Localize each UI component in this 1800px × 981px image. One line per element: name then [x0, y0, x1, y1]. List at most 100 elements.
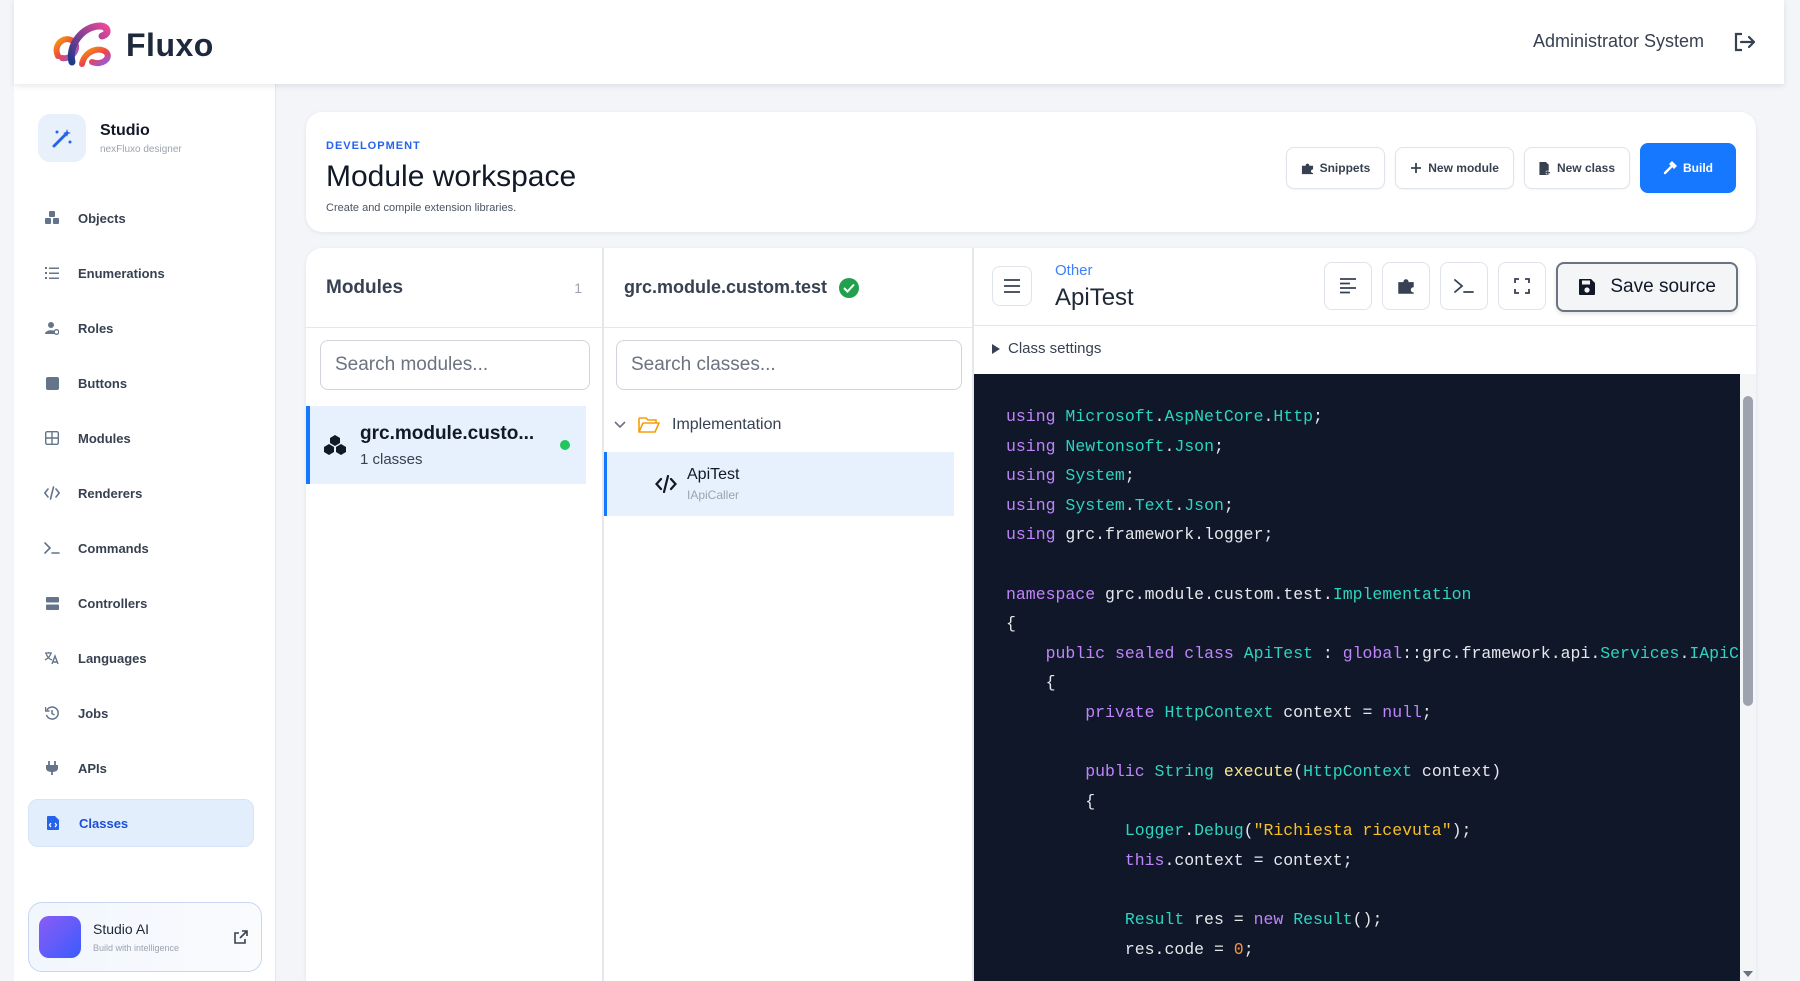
search-classes-input[interactable] — [616, 340, 962, 390]
cubes-icon — [324, 435, 346, 455]
sidebar-item-languages[interactable]: Languages — [28, 634, 254, 682]
server-icon — [44, 595, 60, 611]
sidebar-item-renderers[interactable]: Renderers — [28, 469, 254, 517]
snippets-button[interactable]: Snippets — [1285, 147, 1386, 189]
ai-subtitle: Build with intelligence — [93, 943, 180, 953]
sidebar-item-label: Enumerations — [78, 265, 165, 281]
logout-icon[interactable] — [1732, 30, 1758, 54]
code-editor[interactable]: using Microsoft.AspNetCore.Http; using Ne… — [974, 374, 1740, 981]
code-line: { — [1045, 673, 1056, 693]
sidebar-item-label: Modules — [78, 430, 131, 446]
sidebar-item-modules[interactable]: Modules — [28, 414, 254, 462]
workspace-panel: Modules 1 grc.module.custo... 1 classes … — [306, 248, 1756, 981]
user-gear-icon — [44, 320, 60, 336]
sidebar-item-objects[interactable]: Objects — [28, 194, 254, 242]
plug-icon — [44, 760, 60, 776]
code-line: this.context = context; — [1124, 850, 1353, 870]
ai-avatar — [39, 916, 81, 958]
external-link-icon[interactable] — [233, 929, 249, 945]
sidebar-item-buttons[interactable]: Buttons — [28, 359, 254, 407]
caret-right-icon — [992, 343, 1000, 354]
save-source-button[interactable]: Save source — [1556, 262, 1738, 312]
format-button[interactable] — [1324, 262, 1373, 310]
sidebar-item-classes[interactable]: Classes — [28, 799, 254, 847]
sidebar-item-label: Classes — [79, 815, 129, 831]
square-icon — [44, 375, 60, 391]
user-name[interactable]: Administrator System — [1533, 31, 1704, 52]
sidebar-item-controllers[interactable]: Controllers — [28, 579, 254, 627]
app-logo[interactable]: Fluxo — [48, 16, 214, 70]
magic-wand-icon — [38, 114, 86, 162]
status-dot — [560, 440, 570, 450]
studio-title: Studio — [100, 121, 150, 139]
file-code-icon — [45, 815, 61, 831]
page-kicker: DEVELOPMENT — [326, 140, 421, 152]
file-plus-icon — [1539, 161, 1551, 175]
code-line: { — [1006, 614, 1016, 634]
sidebar-item-jobs[interactable]: Jobs — [28, 689, 254, 737]
sidebar-item-label: Controllers — [78, 595, 148, 611]
terminal-icon — [44, 540, 60, 556]
sidebar-item-label: Buttons — [78, 375, 128, 391]
fullscreen-button[interactable] — [1498, 262, 1547, 310]
build-button[interactable]: Build — [1640, 143, 1736, 193]
terminal-button[interactable] — [1440, 262, 1489, 310]
sidebar-item-apis[interactable]: APIs — [28, 744, 254, 792]
terminal-icon — [1454, 279, 1475, 293]
module-list-item[interactable]: grc.module.custo... 1 classes — [306, 406, 586, 484]
history-icon — [44, 705, 60, 721]
code-line: using Microsoft.AspNetCore.Http; — [1006, 407, 1323, 426]
module-name: grc.module.custo... — [360, 422, 535, 444]
page-header: DEVELOPMENT Module workspace Create and … — [306, 112, 1756, 232]
new-class-button[interactable]: New class — [1523, 147, 1630, 189]
code-line: using Newtonsoft.Json; — [1006, 436, 1224, 456]
modules-count: 1 — [574, 279, 582, 296]
class-settings-toggle[interactable]: Class settings — [992, 340, 1101, 357]
sidebar-item-label: APIs — [78, 760, 107, 776]
studio-header: Studio nexFluxo designer — [38, 114, 182, 162]
boxes-icon — [44, 210, 60, 226]
code-line: res.code = 0; — [1124, 939, 1254, 959]
code-line: Result res = new Result(); — [1124, 910, 1383, 930]
sidebar-item-label: Renderers — [78, 485, 143, 501]
align-left-icon — [1340, 278, 1357, 294]
sidebar-item-label: Roles — [78, 320, 114, 336]
language-icon — [44, 650, 60, 666]
editor-column: Other ApiTest Save source Class settings… — [974, 248, 1756, 981]
sidebar-item-enumerations[interactable]: Enumerations — [28, 249, 254, 297]
folder-open-icon — [638, 417, 660, 433]
modules-header: Modules 1 — [306, 248, 602, 328]
plus-icon — [1411, 163, 1422, 173]
class-interface: IApiCaller — [687, 488, 740, 502]
chevron-down-icon — [614, 421, 626, 429]
page-title: Module workspace — [326, 160, 577, 193]
hammer-icon — [1663, 161, 1677, 175]
studio-ai-card[interactable]: Studio AI Build with intelligence — [28, 902, 262, 972]
code-line: namespace grc.module.custom.test.Impleme… — [1006, 584, 1472, 604]
folder-label: Implementation — [672, 416, 782, 433]
editor-scrollbar[interactable] — [1740, 374, 1756, 981]
header-actions: Snippets New module New class Build — [1285, 143, 1736, 193]
snippets-insert-button[interactable] — [1382, 262, 1431, 310]
modules-title: Modules — [326, 276, 404, 298]
editor-category: Other — [1055, 262, 1093, 279]
new-module-button[interactable]: New module — [1395, 147, 1514, 189]
code-line: using System.Text.Json; — [1006, 495, 1234, 515]
sidebar-item-commands[interactable]: Commands — [28, 524, 254, 572]
class-list-item[interactable]: ApiTest IApiCaller — [604, 452, 954, 516]
sidebar-nav: Objects Enumerations Roles Buttons Modul… — [28, 194, 270, 854]
menu-button[interactable] — [992, 266, 1032, 306]
puzzle-icon — [1398, 279, 1415, 294]
scrollbar-thumb[interactable] — [1743, 396, 1753, 706]
brand-name: Fluxo — [126, 26, 214, 63]
sidebar-item-roles[interactable]: Roles — [28, 304, 254, 352]
editor-title: ApiTest — [1055, 284, 1134, 311]
modules-column: Modules 1 grc.module.custo... 1 classes — [306, 248, 604, 981]
folder-implementation[interactable]: Implementation — [614, 416, 781, 434]
grid-icon — [44, 430, 60, 446]
search-modules-input[interactable] — [320, 340, 590, 390]
ai-title: Studio AI — [93, 921, 150, 937]
studio-subtitle: nexFluxo designer — [100, 143, 182, 155]
scroll-down-arrow[interactable] — [1743, 971, 1753, 977]
